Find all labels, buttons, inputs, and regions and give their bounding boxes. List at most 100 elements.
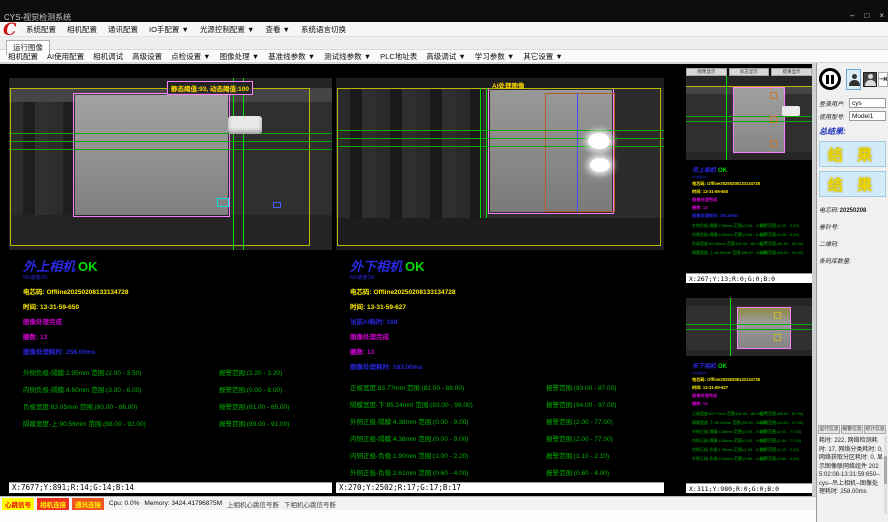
info-line: 时间: 13-31-59-650 <box>23 301 320 311</box>
mini-view-tab[interactable]: 结果显示 <box>771 68 812 76</box>
cell-outline-overlay <box>733 87 785 153</box>
user-dark-icon <box>865 74 875 86</box>
detection-marker <box>217 198 229 207</box>
measurement-row: 外侧正极-负极:2.61mm 范围:(0.60 - 4.00)报警范围:(0.6… <box>350 467 652 477</box>
toolbar-item[interactable]: 学习参数 ▼ <box>475 51 515 62</box>
result-subtitle: NG或者OK <box>23 274 320 281</box>
toolbar-item[interactable]: 高级设置 <box>132 51 162 62</box>
operator-button[interactable] <box>863 72 877 87</box>
measurement-row: 正极宽度:83.77mm 范围:(82.00 - 88.00)报警范围:(83.… <box>350 382 652 392</box>
detection-marker <box>770 140 777 147</box>
title-bar: CYS-视觉检测系统 – □ × <box>0 0 888 22</box>
info-line: 电芯码: Offline20250208133134728 <box>350 286 652 296</box>
pause-icon <box>826 75 829 84</box>
mini-view-tab[interactable]: 标志显示 <box>729 68 770 76</box>
info-tab[interactable]: 统计信息 <box>864 425 886 434</box>
toolbar-item[interactable]: 高级调试 ▼ <box>426 51 466 62</box>
pixel-coordinates-left: X:7677;Y:891;R:14;G:14;B:14 <box>9 482 332 493</box>
measurement-row: 隔膜宽度-下:95.24mm 范围:(93.00 - 98.00)报警范围:(9… <box>350 399 652 409</box>
user-login-button[interactable] <box>846 69 861 90</box>
toolbar-item[interactable]: 基准线参数 ▼ <box>268 51 315 62</box>
measure-line <box>336 138 664 139</box>
info-line: 电芯码: Offline20250208133134728 <box>23 286 320 296</box>
toolbar-item[interactable]: 图像处理 ▼ <box>220 51 260 62</box>
measurement-row: 正极宽度:83.77mm 范围:(82.00 - 88.00)报警范围:(83.… <box>692 411 808 417</box>
cell-outline-overlay <box>737 307 791 349</box>
cpu-usage: Cpu: 0.0% <box>109 500 139 507</box>
info-line: 圈数: 13 <box>23 331 320 341</box>
menu-item[interactable]: 通讯配置 <box>108 24 138 35</box>
upper-camera-heartbeat: 上相机心跳信号断 <box>227 499 279 509</box>
measurement-row: 内侧负极-隔膜:4.60mm 范围:(3.00 - 6.00)报警范围:(0.0… <box>692 232 808 238</box>
info-field: 电芯码:20250208 <box>819 205 886 214</box>
measure-line <box>336 146 664 147</box>
camera-image-mini-lower[interactable] <box>686 298 812 356</box>
status-badge: 心跳信号 <box>2 498 34 510</box>
measurement-row: 负极宽度:83.05mm 范围:(80.00 - 86.00)报警范围:(81.… <box>23 401 320 411</box>
menu-item[interactable]: IO手配置 ▼ <box>149 24 189 35</box>
camera-image-outer-upper[interactable]: 静态阈值:93, 动态阈值:100 <box>9 78 332 250</box>
exit-button[interactable]: ⇥ <box>878 72 888 87</box>
mini-view-tab[interactable]: 图像显示 <box>686 68 727 76</box>
pixel-coordinates-mini-lower: X:311;Y:980;R:0;G:0;B:0 <box>686 483 812 493</box>
reflection-glare <box>588 133 610 149</box>
status-bar: 心跳信号相机连接通讯连接 Cpu: 0.0% Memory: 3424.4179… <box>0 496 816 510</box>
maximize-button[interactable]: □ <box>864 11 869 20</box>
roi-rectangle <box>10 88 310 246</box>
camera-image-outer-lower[interactable]: AI处理图像 <box>336 78 664 250</box>
camera-image-mini-upper[interactable] <box>686 76 812 160</box>
measure-line-vertical <box>480 88 481 218</box>
info-line: 图像处理耗时: 183.00ms <box>350 361 652 371</box>
measurement-row: 负极宽度:83.05mm 范围:(80.00 - 86.00)报警范围:(81.… <box>692 241 808 247</box>
measurement-row: 隔膜宽度-下:95.24mm 范围:(93.00 - 98.00)报警范围:(9… <box>692 420 808 426</box>
pixel-coordinates-mini-upper: X:267;Y:13;R:0;G:0;B:0 <box>686 273 812 283</box>
result-box-1: 结 果 <box>819 141 886 167</box>
measure-line <box>686 116 812 117</box>
pause-button[interactable] <box>819 68 841 90</box>
camera-result-title: 外上相机OK <box>23 260 320 274</box>
measurement-row: 外侧正极-隔膜:4.38mm 范围:(0.00 - 9.00)报警范围:(2.0… <box>350 416 652 426</box>
info-tab[interactable]: 报警信息 <box>841 425 863 434</box>
menu-item[interactable]: 相机配置 <box>67 24 97 35</box>
model-select[interactable]: Model1 <box>849 111 886 121</box>
measurement-row: 内侧正极-负极:1.90mm 范围:(1.00 - 2.20)报警范围:(1.1… <box>350 450 652 460</box>
tab-row: 运行图像 <box>0 37 888 50</box>
toolbar-item[interactable]: 相机调试 <box>93 51 123 62</box>
menu-item[interactable]: 系统配置 <box>26 24 56 35</box>
toolbar-item[interactable]: PLC地址表 <box>380 51 417 62</box>
lower-camera-heartbeat: 下相机心跳信号断 <box>284 499 336 509</box>
toolbar-item[interactable]: 点检设置 ▼ <box>171 51 211 62</box>
toolbar-item[interactable]: AI使用配置 <box>47 51 84 62</box>
measurement-row: 内侧正极-负极:1.90mm 范围:(1.00 - 2.20)报警范围:(1.1… <box>692 447 808 453</box>
toolbar-item[interactable]: 测试线参数 ▼ <box>324 51 371 62</box>
info-tab[interactable]: 运行信息 <box>818 425 840 434</box>
app-window: CYS-视觉检测系统 – □ × C 系统配置相机配置通讯配置IO手配置 ▼光源… <box>0 0 888 522</box>
measure-line <box>686 121 812 122</box>
detection-marker <box>774 334 781 341</box>
camera-result-title: 吊下相机OK <box>692 360 808 371</box>
measure-line-vertical <box>486 88 487 218</box>
tab-connector <box>228 116 262 134</box>
menu-item[interactable]: 查看 ▼ <box>265 24 290 35</box>
reflection-glare <box>590 158 610 172</box>
minimize-button[interactable]: – <box>850 11 854 20</box>
close-button[interactable]: × <box>879 11 884 20</box>
measurement-row: 外侧正极-负极:2.61mm 范围:(0.60 - 4.00)报警范围:(0.6… <box>692 456 808 462</box>
info-line: 图像处理耗时: 258.00ms <box>692 213 808 219</box>
info-line: 图像处理耗时: 258.00ms <box>23 346 320 356</box>
info-line: 电芯码: Offline20250208133134728 <box>692 181 808 187</box>
log-scrollbar[interactable] <box>884 436 887 514</box>
login-user-field[interactable]: cys <box>849 98 886 108</box>
log-scrollbar-thumb[interactable] <box>884 456 887 484</box>
toolbar-item[interactable]: 其它设置 ▼ <box>523 51 563 62</box>
info-line: 时间: 13-31-59-650 <box>692 189 808 195</box>
ai-image-label: AI处理图像 <box>492 80 525 90</box>
result-subtitle: NG或者OK <box>692 175 808 179</box>
menu-item[interactable]: 光源控制配置 ▼ <box>200 24 255 35</box>
menu-item[interactable]: 系统语言切换 <box>301 24 346 35</box>
run-log-text[interactable]: 耗时: 222, 网络检测耗时: 17, 网络分类耗时: 0, 网络获取分区耗时… <box>818 436 884 514</box>
result-subtitle: NG或者OK <box>692 371 808 375</box>
toolbar-item[interactable]: 相机配置 <box>8 51 38 62</box>
measurement-row: 外侧正极-隔膜:4.38mm 范围:(0.00 - 9.00)报警范围:(2.0… <box>692 429 808 435</box>
app-logo-icon: C <box>3 20 17 40</box>
